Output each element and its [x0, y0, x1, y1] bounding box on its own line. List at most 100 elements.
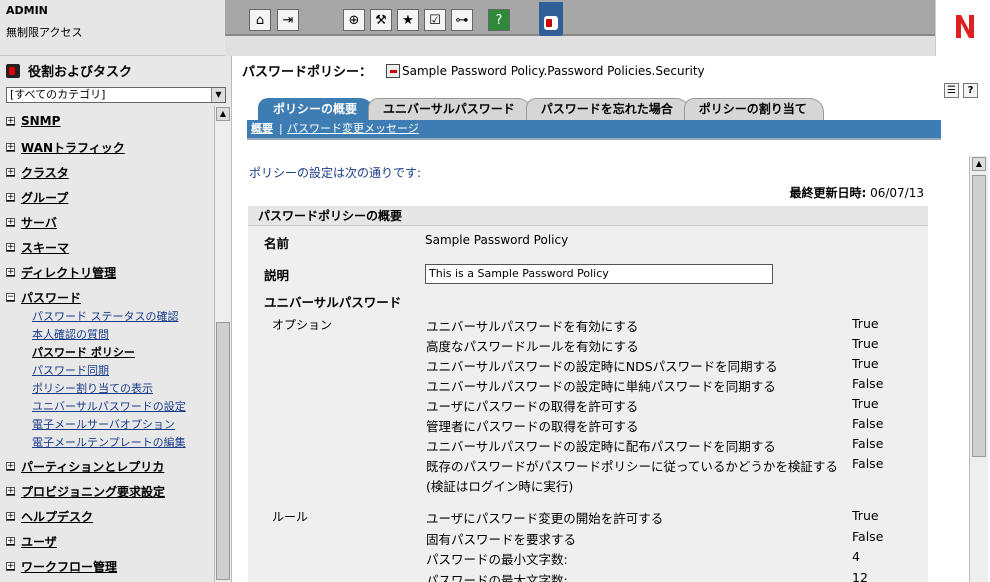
divider [247, 138, 941, 140]
category-cluster[interactable]: + クラスタ [6, 164, 69, 181]
policy-content: ポリシーの設定は次の通りです: 最終更新日時: 06/07/13 パスワードポリ… [247, 156, 967, 582]
sidebar-scrollbar[interactable]: ▲ [214, 106, 231, 582]
name-value: Sample Password Policy [425, 233, 569, 247]
toolbar-strip [225, 36, 935, 56]
description-field[interactable]: This is a Sample Password Policy [425, 264, 773, 284]
category-passwords[interactable]: − パスワード [6, 289, 81, 306]
option-label: 管理者にパスワードの取得を許可する [426, 419, 639, 434]
option-value: False [852, 436, 884, 451]
category-provisioning-settings[interactable]: + プロビジョニング要求設定 [6, 483, 165, 500]
category-label: ユーザ [21, 535, 57, 549]
rule-value: False [852, 529, 884, 544]
task-edit-email-templates[interactable]: 電子メールテンプレートの編集 [32, 434, 186, 450]
task-list-icon[interactable]: ☰ [944, 83, 959, 98]
expand-icon[interactable]: + [6, 116, 15, 126]
scroll-up-icon[interactable]: ▲ [972, 157, 986, 171]
subtab-separator: | [279, 122, 283, 135]
scroll-thumb[interactable] [216, 322, 230, 580]
tab-policy-overview[interactable]: ポリシーの概要 [258, 98, 375, 120]
category-label: ディレクトリ管理 [21, 266, 117, 280]
expand-icon[interactable]: + [6, 168, 15, 177]
category-directory-admin[interactable]: + ディレクトリ管理 [6, 264, 116, 281]
category-users[interactable]: + ユーザ [6, 533, 57, 550]
option-value: False [852, 376, 884, 391]
content-scrollbar[interactable]: ▲ [969, 156, 988, 582]
task-password-status[interactable]: パスワード ステータスの確認 [32, 308, 179, 324]
category-group[interactable]: + グループ [6, 189, 68, 206]
rule-label: 固有パスワードを要求する [426, 532, 577, 547]
configure-icon[interactable]: ⚒ [370, 9, 392, 31]
hierarchy-icon[interactable]: ⊶ [451, 9, 473, 31]
task-password-policies[interactable]: パスワード ポリシー [32, 344, 135, 360]
favorites-icon[interactable]: ★ [397, 9, 419, 31]
last-updated-label: 最終更新日時: [789, 186, 867, 200]
tab-forgotten-password[interactable]: パスワードを忘れた場合 [525, 98, 690, 120]
category-workflow-admin[interactable]: + ワークフロー管理 [6, 558, 117, 575]
task-view-policy-assignments[interactable]: ポリシー割り当ての表示 [32, 380, 153, 396]
category-select-value: [すべてのカテゴリ] [10, 88, 106, 101]
home-icon[interactable]: ⌂ [249, 9, 271, 31]
expand-icon[interactable]: + [6, 462, 15, 471]
tab-policy-assignment[interactable]: ポリシーの割り当て [683, 98, 824, 120]
access-level: 無制限アクセス [6, 26, 83, 39]
category-schema[interactable]: + スキーマ [6, 239, 69, 256]
preferences-icon[interactable]: ☑ [424, 9, 446, 31]
category-label: サーバ [21, 216, 57, 230]
scroll-up-icon[interactable]: ▲ [216, 107, 230, 121]
main-toolbar: ⌂ ⇥ ⊕ ⚒ ★ ☑ ⊶ ? [225, 0, 935, 42]
rule-value: 12 [852, 570, 868, 582]
summary-title: パスワードポリシーの概要 [248, 206, 928, 226]
category-partitions-replicas[interactable]: + パーティションとレプリカ [6, 458, 164, 475]
category-label: ヘルプデスク [21, 510, 94, 524]
expand-icon[interactable]: + [6, 218, 15, 227]
last-updated: 最終更新日時: 06/07/13 [789, 184, 924, 201]
expand-icon[interactable]: + [6, 143, 15, 152]
page-title-row: パスワードポリシー： Sample Password Policy.Passwo… [242, 61, 705, 80]
expand-icon[interactable]: + [6, 562, 15, 571]
policy-object-name: Sample Password Policy.Password Policies… [402, 63, 705, 78]
task-email-server-options[interactable]: 電子メールサーバオプション [32, 416, 175, 432]
universal-password-label: ユニバーサルパスワード [264, 295, 402, 310]
expand-icon[interactable]: + [6, 537, 15, 546]
expand-icon[interactable]: + [6, 487, 15, 496]
intro-text: ポリシーの設定は次の通りです: [249, 166, 422, 180]
roles-icon [6, 63, 20, 78]
page-title: パスワードポリシー： [242, 65, 373, 80]
expand-icon[interactable]: + [6, 268, 15, 277]
category-label: ワークフロー管理 [21, 560, 118, 574]
rule-label: パスワードの最小文字数: [426, 552, 568, 567]
task-password-sync[interactable]: パスワード同期 [32, 362, 109, 378]
option-label: ユニバーサルパスワードの設定時に単純パスワードを同期する [426, 379, 776, 394]
subtab-overview[interactable]: 概要 [251, 120, 273, 137]
expand-icon[interactable]: + [6, 193, 15, 202]
app-header: ADMIN 無制限アクセス ⌂ ⇥ ⊕ ⚒ ★ ☑ ⊶ ? [0, 0, 990, 56]
chevron-down-icon[interactable]: ▼ [211, 88, 225, 102]
expand-icon[interactable]: + [6, 512, 15, 521]
category-label: スキーマ [21, 241, 70, 255]
category-helpdesk[interactable]: + ヘルプデスク [6, 508, 93, 525]
view-objects-icon[interactable]: ⊕ [343, 9, 365, 31]
option-value: False [852, 456, 884, 471]
help-icon[interactable]: ? [963, 83, 978, 98]
novell-logo-icon [956, 15, 974, 38]
category-snmp[interactable]: + SNMP [6, 114, 60, 128]
option-value: True [852, 396, 879, 411]
exit-icon[interactable]: ⇥ [277, 9, 299, 31]
category-wan-traffic[interactable]: + WANトラフィック [6, 139, 125, 156]
task-challenge-questions[interactable]: 本人確認の質問 [32, 326, 109, 342]
category-label: WANトラフィック [21, 141, 125, 155]
tab-universal-password[interactable]: ユニバーサルパスワード [368, 98, 532, 120]
category-server[interactable]: + サーバ [6, 214, 57, 231]
task-universal-password-settings[interactable]: ユニバーサルパスワードの設定 [32, 398, 186, 414]
scroll-thumb[interactable] [972, 175, 986, 457]
expand-icon[interactable]: + [6, 243, 15, 252]
description-label: 説明 [264, 268, 290, 283]
category-select[interactable]: [すべてのカテゴリ] ▼ [6, 87, 226, 103]
user-name: ADMIN [6, 4, 48, 17]
help-icon[interactable]: ? [488, 9, 510, 31]
rule-label: ユーザにパスワード変更の開始を許可する [426, 511, 664, 526]
collapse-icon[interactable]: − [6, 293, 15, 302]
subtab-change-message[interactable]: パスワード変更メッセージ [287, 120, 419, 137]
roles-and-tasks-panel: 役割およびタスク [すべてのカテゴリ] ▼ + SNMP + WANトラフィック +… [0, 56, 232, 582]
main-content: パスワードポリシー： Sample Password Policy.Passwo… [232, 56, 990, 582]
